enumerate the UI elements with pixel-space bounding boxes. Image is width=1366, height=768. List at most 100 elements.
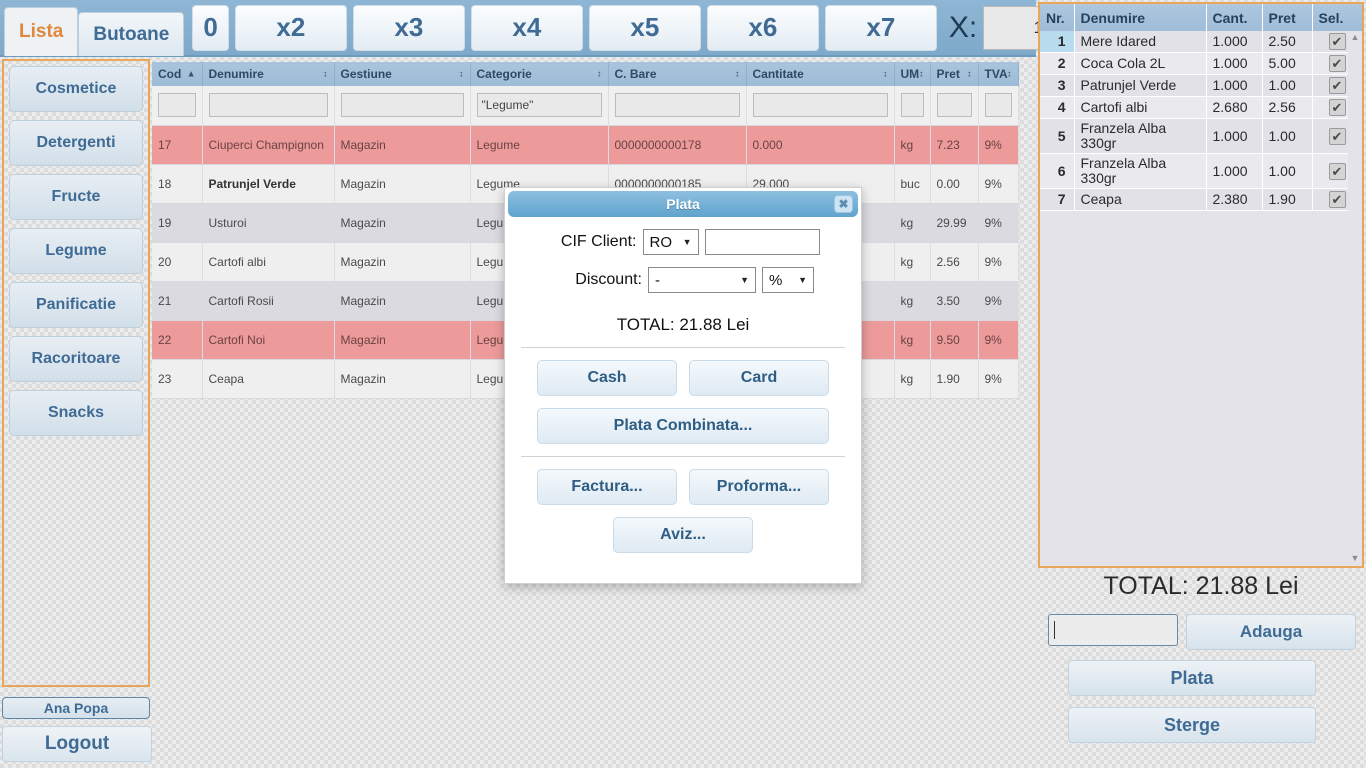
discount-select[interactable]: - ▼ <box>648 267 756 293</box>
proforma-button[interactable]: Proforma... <box>689 469 829 505</box>
cart-row[interactable]: 6 Franzela Alba 330gr 1.000 1.00 ✔ <box>1040 153 1362 189</box>
column-header-label: UM <box>900 67 920 81</box>
multiplier-button-x6[interactable]: x6 <box>706 4 819 51</box>
column-header-um[interactable]: UM ↕ <box>894 62 931 86</box>
checkmark-icon: ✔ <box>1331 34 1343 49</box>
cart-cell-nr: 3 <box>1040 74 1075 97</box>
select-checkbox[interactable]: ✔ <box>1328 55 1346 72</box>
multiplier-button-x3[interactable]: x3 <box>352 4 465 51</box>
filter-input-cbare[interactable] <box>614 93 740 118</box>
cart-cell-cant: 2.680 <box>1206 96 1263 119</box>
column-header-pret[interactable]: Pret ↕ <box>930 62 979 86</box>
cart-row[interactable]: 7 Ceapa 2.380 1.90 ✔ <box>1040 188 1362 211</box>
cell-pret: 0.00 <box>930 164 979 204</box>
cart-row[interactable]: 5 Franzela Alba 330gr 1.000 1.00 ✔ <box>1040 118 1362 154</box>
cart-row[interactable]: 1 Mere Idared 1.000 2.50 ✔ <box>1040 31 1362 53</box>
sidebar-item-fructe[interactable]: Fructe <box>9 174 143 220</box>
close-icon[interactable]: ✖ <box>834 195 853 213</box>
plata-button-label: Plata <box>1170 667 1214 688</box>
filter-input-categorie[interactable]: "Legume" <box>476 93 602 118</box>
dialog-divider-top <box>521 347 845 348</box>
cif-value-input[interactable] <box>704 229 820 255</box>
plata-combinata-button[interactable]: Plata Combinata... <box>537 408 829 444</box>
column-header-tva[interactable]: TVA ↕ <box>978 62 1019 86</box>
select-checkbox[interactable]: ✔ <box>1328 33 1346 50</box>
multiplier-label: x2 <box>276 12 306 42</box>
sort-both-icon: ↕ <box>967 68 972 79</box>
filter-input-pret[interactable] <box>936 93 972 118</box>
multiplier-button-x5[interactable]: x5 <box>588 4 701 51</box>
select-checkbox[interactable]: ✔ <box>1328 191 1346 208</box>
cart-row[interactable]: 3 Patrunjel Verde 1.000 1.00 ✔ <box>1040 74 1362 97</box>
filter-input-tva[interactable] <box>984 93 1012 118</box>
column-header-label: C. Bare <box>614 67 657 81</box>
quantity-input[interactable] <box>1048 614 1178 646</box>
discount-unit-select[interactable]: % ▼ <box>762 267 814 293</box>
cart-row[interactable]: 2 Coca Cola 2L 1.000 5.00 ✔ <box>1040 52 1362 75</box>
cart-header-row: Nr. Denumire Cant. Pret Sel. <box>1040 4 1362 31</box>
cart-cell-nr: 1 <box>1040 31 1075 53</box>
tab-butoane[interactable]: Butoane <box>78 12 185 56</box>
select-checkbox[interactable]: ✔ <box>1328 162 1346 180</box>
filter-input-gestiune[interactable] <box>340 93 464 118</box>
aviz-button[interactable]: Aviz... <box>613 517 753 553</box>
cart-cell-denumire: Ceapa <box>1074 188 1207 211</box>
cart-scrollbar[interactable]: ▲ ▼ <box>1348 31 1362 566</box>
scroll-down-icon[interactable]: ▼ <box>1348 552 1362 564</box>
sidebar-item-racoritoare[interactable]: Racoritoare <box>9 336 143 382</box>
select-checkbox[interactable]: ✔ <box>1328 127 1346 145</box>
filter-input-um[interactable] <box>900 93 924 118</box>
sidebar-item-label: Legume <box>45 242 107 259</box>
select-checkbox[interactable]: ✔ <box>1328 99 1346 116</box>
table-row[interactable]: 17 Ciuperci Champignon Magazin Legume 00… <box>152 125 1019 165</box>
filter-cell-categorie: "Legume" <box>470 86 609 126</box>
column-header-cbare[interactable]: C. Bare ↕ <box>608 62 747 86</box>
cell-pret: 29.99 <box>930 203 979 243</box>
column-header-categorie[interactable]: Categorie ↕ <box>470 62 609 86</box>
cell-cod: 22 <box>152 320 203 360</box>
multiplier-button-x4[interactable]: x4 <box>470 4 583 51</box>
tab-lista[interactable]: Lista <box>4 7 79 56</box>
multiplier-button-x2[interactable]: x2 <box>234 4 347 51</box>
card-button-label: Card <box>740 369 778 386</box>
plata-button[interactable]: Plata <box>1068 660 1316 696</box>
column-header-gestiune[interactable]: Gestiune ↕ <box>334 62 471 86</box>
scroll-up-icon[interactable]: ▲ <box>1348 31 1362 43</box>
cif-prefix-select[interactable]: RO ▼ <box>642 229 699 255</box>
cell-gestiune: Magazin <box>334 320 471 360</box>
current-user-button[interactable]: Ana Popa <box>2 697 150 719</box>
cart-cell-cant: 1.000 <box>1206 153 1263 189</box>
sidebar-item-detergenti[interactable]: Detergenti <box>9 120 143 166</box>
cart-row[interactable]: 4 Cartofi albi 2.680 2.56 ✔ <box>1040 96 1362 119</box>
column-header-denumire[interactable]: Denumire ↕ <box>202 62 335 86</box>
multiplier-button-row: 0 x2 x3 x4 x5 x6 x7 <box>192 4 937 51</box>
add-button[interactable]: Adauga <box>1186 614 1356 650</box>
column-header-cod[interactable]: Cod ▲ <box>152 62 203 86</box>
discount-value: - <box>655 271 660 289</box>
sidebar-item-label: Racoritoare <box>31 350 121 367</box>
sterge-button[interactable]: Sterge <box>1068 707 1316 743</box>
text-caret <box>1054 621 1055 639</box>
multiplier-button-x7[interactable]: x7 <box>824 4 937 51</box>
logout-button[interactable]: Logout <box>2 726 152 762</box>
select-checkbox[interactable]: ✔ <box>1328 77 1346 94</box>
sidebar-item-snacks[interactable]: Snacks <box>9 390 143 436</box>
chevron-down-icon: ▼ <box>740 275 749 285</box>
column-header-cantitate[interactable]: Cantitate ↕ <box>746 62 895 86</box>
filter-cell-um <box>894 86 931 126</box>
chevron-down-icon: ▼ <box>682 237 692 247</box>
filter-input-denumire[interactable] <box>208 93 328 118</box>
cash-button[interactable]: Cash <box>537 360 677 396</box>
filter-input-cod[interactable] <box>158 93 196 118</box>
sidebar-item-legume[interactable]: Legume <box>9 228 143 274</box>
sidebar-item-cosmetice[interactable]: Cosmetice <box>9 66 143 112</box>
cif-prefix-value: RO <box>649 233 673 251</box>
sort-both-icon: ↕ <box>919 68 924 79</box>
filter-input-cantitate[interactable] <box>752 93 888 118</box>
tab-butoane-label: Butoane <box>93 23 170 45</box>
factura-button[interactable]: Factura... <box>537 469 677 505</box>
card-button[interactable]: Card <box>689 360 829 396</box>
sidebar-item-panificatie[interactable]: Panificatie <box>9 282 143 328</box>
multiplier-button-0[interactable]: 0 <box>192 4 229 51</box>
column-header-label: Gestiune <box>340 67 392 81</box>
